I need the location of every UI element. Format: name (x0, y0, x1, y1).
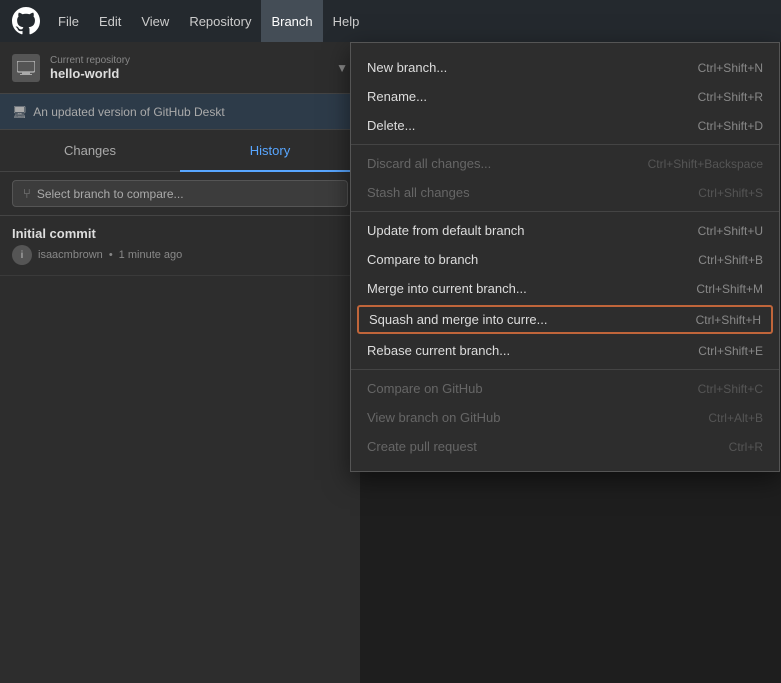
repo-icon (12, 54, 40, 82)
menu-item-view-branch-github-label: View branch on GitHub (367, 410, 500, 425)
commit-title: Initial commit (12, 226, 348, 241)
menu-item-update-default[interactable]: Update from default branch Ctrl+Shift+U (351, 216, 779, 245)
menu-group-3: Update from default branch Ctrl+Shift+U … (351, 212, 779, 370)
menu-item-compare-github: Compare on GitHub Ctrl+Shift+C (351, 374, 779, 403)
update-text: An updated version of GitHub Deskt (33, 105, 224, 119)
tab-changes[interactable]: Changes (0, 130, 180, 172)
menu-item-stash-all: Stash all changes Ctrl+Shift+S (351, 178, 779, 207)
update-icon: 🖥 (12, 105, 27, 119)
avatar: i (12, 245, 32, 265)
menu-item-view-branch-github: View branch on GitHub Ctrl+Alt+B (351, 403, 779, 432)
menu-repository[interactable]: Repository (179, 0, 261, 42)
menu-item-discard-all-shortcut: Ctrl+Shift+Backspace (648, 157, 763, 171)
repo-chevron-icon: ▼ (336, 61, 348, 75)
menu-item-compare-github-label: Compare on GitHub (367, 381, 483, 396)
menu-item-squash-merge-label: Squash and merge into curre... (369, 312, 548, 327)
menu-item-squash-merge-shortcut: Ctrl+Shift+H (696, 313, 761, 327)
menu-item-compare-branch-shortcut: Ctrl+Shift+B (698, 253, 763, 267)
menu-file[interactable]: File (48, 0, 89, 42)
tab-history[interactable]: History (180, 130, 360, 172)
branch-compare-placeholder: Select branch to compare... (37, 187, 184, 201)
commit-separator: • (109, 249, 113, 261)
menu-item-new-branch-label: New branch... (367, 60, 447, 75)
menu-item-compare-branch[interactable]: Compare to branch Ctrl+Shift+B (351, 245, 779, 274)
menu-group-1: New branch... Ctrl+Shift+N Rename... Ctr… (351, 49, 779, 145)
menu-item-rebase-current[interactable]: Rebase current branch... Ctrl+Shift+E (351, 336, 779, 365)
sidebar: Current repository hello-world ▼ 🖥 An up… (0, 42, 360, 683)
dropdown-menu: New branch... Ctrl+Shift+N Rename... Ctr… (350, 42, 780, 472)
commit-meta: i isaacmbrown • 1 minute ago (12, 245, 348, 265)
menu-item-create-pull-request: Create pull request Ctrl+R (351, 432, 779, 461)
commit-item[interactable]: Initial commit i isaacmbrown • 1 minute … (0, 216, 360, 276)
title-bar: File Edit View Repository Branch Help (0, 0, 781, 42)
menu-item-update-default-shortcut: Ctrl+Shift+U (698, 224, 763, 238)
menu-item-rename-shortcut: Ctrl+Shift+R (698, 90, 763, 104)
menu-view[interactable]: View (131, 0, 179, 42)
menu-item-compare-branch-label: Compare to branch (367, 252, 478, 267)
menu-item-rebase-current-label: Rebase current branch... (367, 343, 510, 358)
branch-compare-input[interactable]: ⑂ Select branch to compare... (12, 180, 348, 207)
menu-item-rename-label: Rename... (367, 89, 427, 104)
menu-item-view-branch-github-shortcut: Ctrl+Alt+B (708, 411, 763, 425)
menu-item-delete-label: Delete... (367, 118, 415, 133)
commit-author: isaacmbrown (38, 249, 103, 261)
menu-item-merge-current-shortcut: Ctrl+Shift+M (696, 282, 763, 296)
menu-item-compare-github-shortcut: Ctrl+Shift+C (698, 382, 763, 396)
menu-edit[interactable]: Edit (89, 0, 131, 42)
menu-item-create-pull-request-shortcut: Ctrl+R (729, 440, 763, 454)
menu-item-squash-merge[interactable]: Squash and merge into curre... Ctrl+Shif… (357, 305, 773, 334)
menu-item-new-branch[interactable]: New branch... Ctrl+Shift+N (351, 53, 779, 82)
github-logo-icon (12, 7, 40, 35)
repo-label: Current repository (50, 55, 336, 66)
menu-item-delete-shortcut: Ctrl+Shift+D (698, 119, 763, 133)
menu-branch[interactable]: Branch (261, 0, 322, 42)
repo-name: hello-world (50, 66, 336, 81)
menu-item-discard-all-label: Discard all changes... (367, 156, 491, 171)
branch-compare-icon: ⑂ (23, 186, 31, 201)
menu-group-4: Compare on GitHub Ctrl+Shift+C View bran… (351, 370, 779, 465)
repo-bar[interactable]: Current repository hello-world ▼ (0, 42, 360, 94)
menu-group-2: Discard all changes... Ctrl+Shift+Backsp… (351, 145, 779, 212)
menu-item-stash-all-shortcut: Ctrl+Shift+S (698, 186, 763, 200)
menu-item-merge-current-label: Merge into current branch... (367, 281, 527, 296)
menu-item-discard-all: Discard all changes... Ctrl+Shift+Backsp… (351, 149, 779, 178)
commit-time: 1 minute ago (119, 249, 183, 261)
menu-item-update-default-label: Update from default branch (367, 223, 525, 238)
menu-help[interactable]: Help (323, 0, 370, 42)
menu-item-delete[interactable]: Delete... Ctrl+Shift+D (351, 111, 779, 140)
menu-item-new-branch-shortcut: Ctrl+Shift+N (698, 61, 763, 75)
menu-item-stash-all-label: Stash all changes (367, 185, 470, 200)
tabs: Changes History (0, 130, 360, 172)
repo-info: Current repository hello-world (50, 55, 336, 81)
menu-item-rebase-current-shortcut: Ctrl+Shift+E (698, 344, 763, 358)
menu-item-merge-current[interactable]: Merge into current branch... Ctrl+Shift+… (351, 274, 779, 303)
menu-item-create-pull-request-label: Create pull request (367, 439, 477, 454)
update-banner[interactable]: 🖥 An updated version of GitHub Deskt (0, 94, 360, 130)
menu-item-rename[interactable]: Rename... Ctrl+Shift+R (351, 82, 779, 111)
branch-compare[interactable]: ⑂ Select branch to compare... (0, 172, 360, 216)
